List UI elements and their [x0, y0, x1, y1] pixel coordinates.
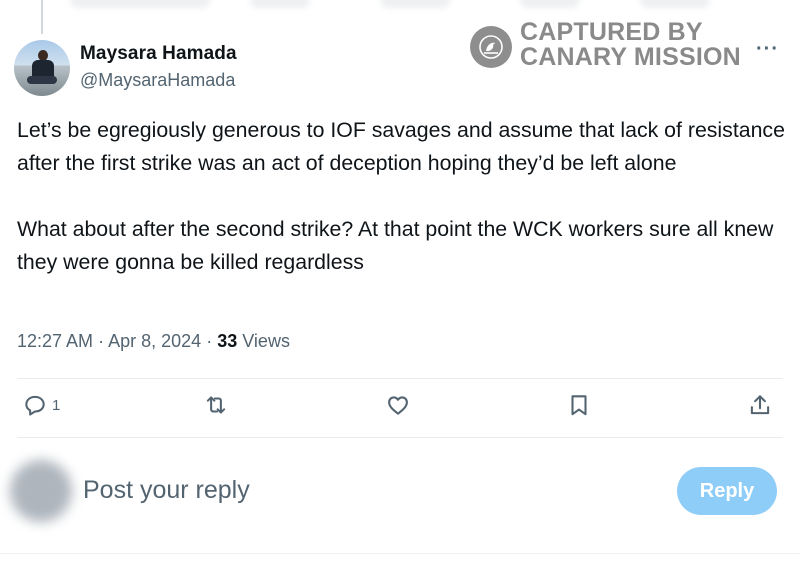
watermark-line-2: CANARY MISSION: [520, 43, 741, 71]
bookmark-icon: [571, 395, 587, 416]
views-count: 33: [217, 331, 238, 351]
share-icon: [750, 395, 770, 415]
divider: [0, 553, 800, 554]
retweet-button[interactable]: [203, 392, 229, 418]
top-fade: [0, 0, 800, 20]
reply-icon: [25, 395, 45, 416]
watermark-line-1: CAPTURED BY: [520, 18, 703, 46]
thread-line: [41, 0, 43, 34]
canary-logo-icon: [470, 26, 512, 68]
watermark: CAPTURED BY CANARY MISSION: [470, 20, 741, 70]
tweet-time[interactable]: 12:27 AM: [17, 331, 93, 351]
avatar[interactable]: [14, 40, 70, 96]
bookmark-button[interactable]: [566, 392, 592, 418]
reply-button[interactable]: 1: [22, 392, 60, 418]
divider: [17, 378, 783, 379]
meta-separator: ·: [98, 331, 105, 351]
reply-composer: Post your reply Reply: [0, 450, 800, 530]
tweet-paragraph-1: Let’s be egregiously generous to IOF sav…: [17, 118, 785, 175]
tweet-paragraph-2: What about after the second strike? At t…: [17, 217, 774, 274]
meta-separator: ·: [206, 331, 213, 351]
current-user-avatar: [10, 460, 72, 522]
reply-submit-button[interactable]: Reply: [677, 467, 777, 515]
tweet-date[interactable]: Apr 8, 2024: [108, 331, 201, 351]
views-label: Views: [242, 331, 290, 351]
heart-icon: [388, 396, 408, 415]
more-horizontal-icon[interactable]: ···: [756, 38, 779, 61]
share-button[interactable]: [747, 392, 773, 418]
tweet-meta: 12:27 AM · Apr 8, 2024 · 33 Views: [17, 331, 290, 352]
reply-count: 1: [52, 396, 61, 414]
tweet-text: Let’s be egregiously generous to IOF sav…: [17, 114, 787, 279]
divider: [17, 437, 783, 438]
author-handle[interactable]: @MaysaraHamada: [80, 70, 235, 91]
action-bar: 1: [0, 392, 800, 428]
author-name[interactable]: Maysara Hamada: [80, 43, 237, 65]
reply-input[interactable]: Post your reply: [83, 476, 250, 505]
retweet-icon: [206, 396, 226, 414]
like-button[interactable]: [385, 392, 411, 418]
